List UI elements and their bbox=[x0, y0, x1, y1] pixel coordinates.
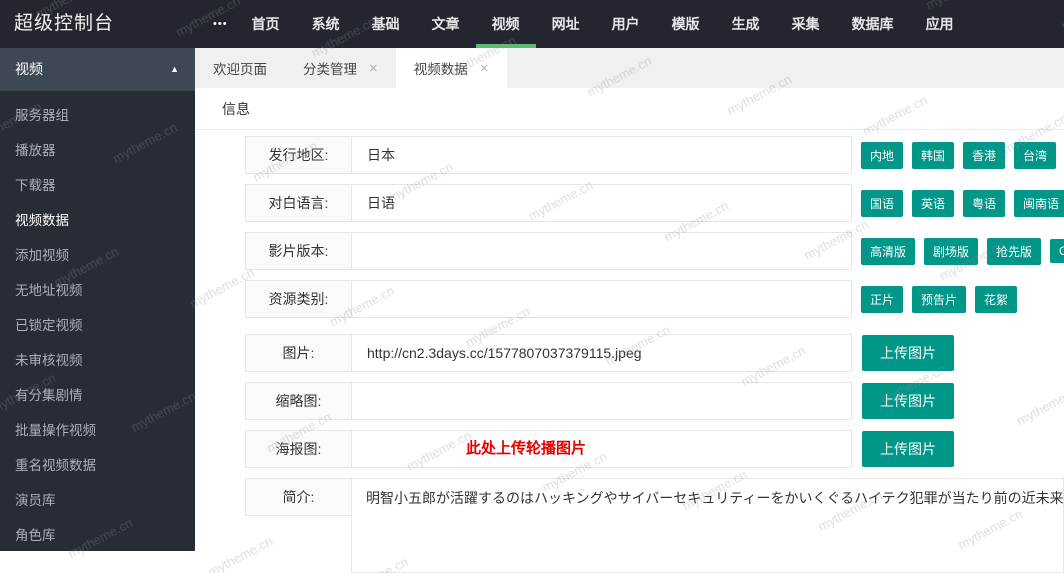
sidebar-item-no-address[interactable]: 无地址视频 bbox=[0, 273, 195, 308]
summary-label: 简介: bbox=[245, 478, 352, 516]
nav-item-base[interactable]: 基础 bbox=[356, 0, 416, 48]
form-row-thumbnail: 缩略图: 上传图片 bbox=[245, 382, 1064, 420]
form-row-summary: 简介: 明智小五郎が活躍するのはハッキングやサイバーセキュリティーをかいくぐるハ… bbox=[245, 478, 1064, 573]
close-icon[interactable]: × bbox=[369, 61, 378, 76]
form-row-region: 发行地区: 内地 韩国 香港 台湾 日本 bbox=[245, 136, 1064, 174]
category-tag[interactable]: 花絮 bbox=[975, 286, 1017, 313]
thumbnail-url-input[interactable] bbox=[351, 382, 852, 420]
sidebar-item-video-data[interactable]: 视频数据 bbox=[0, 203, 195, 238]
tab-label: 欢迎页面 bbox=[213, 58, 267, 78]
nav-item-app[interactable]: 应用 bbox=[910, 0, 970, 48]
image-url-input[interactable] bbox=[351, 334, 852, 372]
nav-item-article[interactable]: 文章 bbox=[416, 0, 476, 48]
image-label: 图片: bbox=[245, 334, 352, 372]
sidebar-item-unreviewed[interactable]: 未审核视频 bbox=[0, 343, 195, 378]
sidebar-item-downloader[interactable]: 下载器 bbox=[0, 168, 195, 203]
top-navigation: 首页 系统 基础 文章 视频 网址 用户 模版 生成 采集 数据库 应用 bbox=[236, 0, 970, 48]
thumbnail-label: 缩略图: bbox=[245, 382, 352, 420]
category-tag[interactable]: 正片 bbox=[861, 286, 903, 313]
form-row-language: 对白语言: 国语 英语 粤语 闽南语 韩语 bbox=[245, 184, 1064, 222]
tab-label: 分类管理 bbox=[303, 58, 357, 78]
nav-item-home[interactable]: 首页 bbox=[236, 0, 296, 48]
category-tag-list: 正片 预告片 花絮 bbox=[861, 280, 1017, 318]
sidebar-menu: 服务器组 播放器 下载器 视频数据 添加视频 无地址视频 已锁定视频 未审核视频… bbox=[0, 91, 195, 553]
upload-thumbnail-button[interactable]: 上传图片 bbox=[862, 383, 954, 419]
region-tag-list: 内地 韩国 香港 台湾 日本 bbox=[861, 136, 1064, 174]
top-header: 超级控制台 ••• 首页 系统 基础 文章 视频 网址 用户 模版 生成 采集 … bbox=[0, 0, 1064, 48]
form-row-version: 影片版本: 高清版 剧场版 抢先版 OVA bbox=[245, 232, 1064, 270]
sidebar-item-locked[interactable]: 已锁定视频 bbox=[0, 308, 195, 343]
sidebar-item-roles[interactable]: 角色库 bbox=[0, 518, 195, 553]
version-label: 影片版本: bbox=[245, 232, 352, 270]
region-tag[interactable]: 内地 bbox=[861, 142, 903, 169]
close-icon[interactable]: × bbox=[480, 61, 489, 76]
tab-category-manage[interactable]: 分类管理 × bbox=[285, 48, 396, 88]
sidebar-group-label: 视频 bbox=[15, 61, 43, 77]
region-tag[interactable]: 香港 bbox=[963, 142, 1005, 169]
sidebar: 视频 ▲ 服务器组 播放器 下载器 视频数据 添加视频 无地址视频 已锁定视频 … bbox=[0, 48, 195, 551]
more-menu-icon[interactable]: ••• bbox=[213, 0, 228, 48]
tab-video-data[interactable]: 视频数据 × bbox=[396, 48, 507, 88]
language-tag[interactable]: 英语 bbox=[912, 190, 954, 217]
nav-item-collect[interactable]: 采集 bbox=[776, 0, 836, 48]
nav-item-database[interactable]: 数据库 bbox=[836, 0, 910, 48]
region-input[interactable] bbox=[351, 136, 852, 174]
nav-item-template[interactable]: 模版 bbox=[656, 0, 716, 48]
version-tag[interactable]: OVA bbox=[1050, 239, 1064, 263]
region-tag[interactable]: 韩国 bbox=[912, 142, 954, 169]
version-tag[interactable]: 剧场版 bbox=[924, 238, 978, 265]
form-row-category: 资源类别: 正片 预告片 花絮 bbox=[245, 280, 1064, 318]
sidebar-group-video[interactable]: 视频 ▲ bbox=[0, 48, 195, 91]
region-tag[interactable]: 台湾 bbox=[1014, 142, 1056, 169]
tab-welcome[interactable]: 欢迎页面 bbox=[195, 48, 285, 88]
upload-image-button[interactable]: 上传图片 bbox=[862, 335, 954, 371]
category-tag[interactable]: 预告片 bbox=[912, 286, 966, 313]
sidebar-item-server-group[interactable]: 服务器组 bbox=[0, 98, 195, 133]
form-row-poster: 海报图: 此处上传轮播图片 上传图片 bbox=[245, 430, 1064, 468]
version-input[interactable] bbox=[351, 232, 852, 270]
tab-bar: 欢迎页面 分类管理 × 视频数据 × bbox=[195, 48, 1064, 88]
chevron-up-icon: ▲ bbox=[170, 48, 179, 91]
upload-poster-button[interactable]: 上传图片 bbox=[862, 431, 954, 467]
language-tag[interactable]: 国语 bbox=[861, 190, 903, 217]
region-label: 发行地区: bbox=[245, 136, 352, 174]
language-tag-list: 国语 英语 粤语 闽南语 韩语 bbox=[861, 184, 1064, 222]
sidebar-item-batch[interactable]: 批量操作视频 bbox=[0, 413, 195, 448]
sidebar-item-episodes[interactable]: 有分集剧情 bbox=[0, 378, 195, 413]
summary-textarea[interactable]: 明智小五郎が活躍するのはハッキングやサイバーセキュリティーをかいくぐるハイテク犯… bbox=[351, 478, 1064, 573]
sidebar-item-player[interactable]: 播放器 bbox=[0, 133, 195, 168]
nav-item-system[interactable]: 系统 bbox=[296, 0, 356, 48]
poster-url-input[interactable] bbox=[351, 430, 852, 468]
nav-item-video[interactable]: 视频 bbox=[476, 0, 536, 48]
sidebar-item-add-video[interactable]: 添加视频 bbox=[0, 238, 195, 273]
language-tag[interactable]: 闽南语 bbox=[1014, 190, 1064, 217]
video-data-form: 发行地区: 内地 韩国 香港 台湾 日本 对白语言: 国语 英语 粤语 闽南语 bbox=[195, 130, 1064, 573]
main-area: 欢迎页面 分类管理 × 视频数据 × 信息 发行地区: 内地 韩国 香港 台湾 … bbox=[195, 48, 1064, 551]
nav-item-url[interactable]: 网址 bbox=[536, 0, 596, 48]
poster-label: 海报图: bbox=[245, 430, 352, 468]
version-tag[interactable]: 抢先版 bbox=[987, 238, 1041, 265]
language-input[interactable] bbox=[351, 184, 852, 222]
category-input[interactable] bbox=[351, 280, 852, 318]
nav-item-generate[interactable]: 生成 bbox=[716, 0, 776, 48]
nav-item-user[interactable]: 用户 bbox=[596, 0, 656, 48]
category-label: 资源类别: bbox=[245, 280, 352, 318]
sidebar-item-actors[interactable]: 演员库 bbox=[0, 483, 195, 518]
tab-label: 视频数据 bbox=[414, 58, 468, 78]
language-label: 对白语言: bbox=[245, 184, 352, 222]
form-row-image: 图片: 上传图片 bbox=[245, 334, 1064, 372]
sidebar-item-duplicate[interactable]: 重名视频数据 bbox=[0, 448, 195, 483]
version-tag-list: 高清版 剧场版 抢先版 OVA bbox=[861, 232, 1064, 270]
panel-title: 信息 bbox=[195, 88, 1064, 130]
app-title: 超级控制台 bbox=[0, 0, 195, 48]
language-tag[interactable]: 粤语 bbox=[963, 190, 1005, 217]
version-tag[interactable]: 高清版 bbox=[861, 238, 915, 265]
